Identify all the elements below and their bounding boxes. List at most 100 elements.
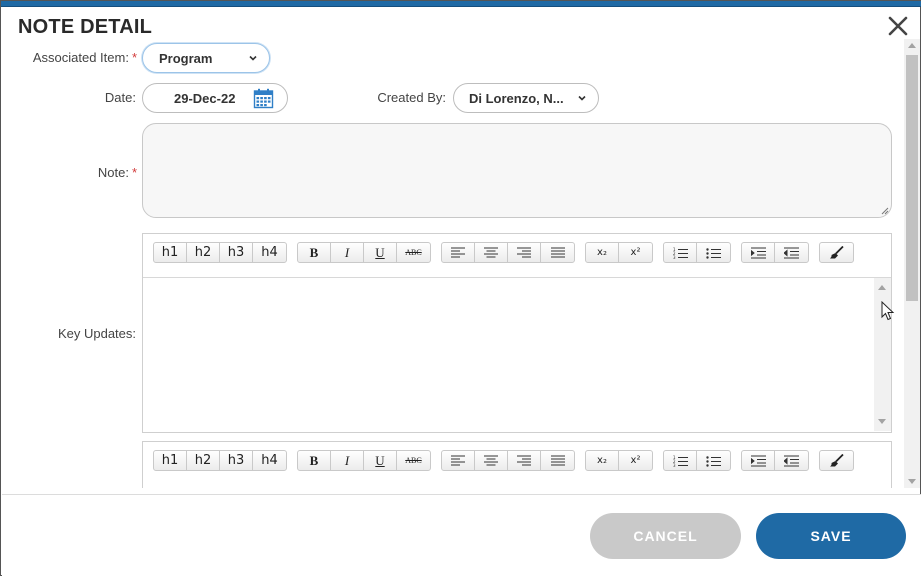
dialog-scrollbar[interactable] bbox=[904, 39, 920, 488]
required-mark: * bbox=[131, 165, 137, 180]
strikethrough-button[interactable]: ABC bbox=[397, 243, 430, 262]
format-group: B I U ABC bbox=[297, 242, 431, 263]
h1-button[interactable]: h1 bbox=[154, 451, 187, 470]
key-updates-label: Key Updates: bbox=[57, 326, 136, 341]
brush-icon bbox=[830, 454, 844, 467]
save-button[interactable]: SAVE bbox=[756, 513, 906, 559]
h3-button[interactable]: h3 bbox=[220, 451, 253, 470]
superscript-button[interactable]: x² bbox=[619, 243, 652, 262]
clear-formatting-button[interactable] bbox=[820, 243, 853, 262]
h4-button[interactable]: h4 bbox=[253, 451, 286, 470]
associated-item-value: Program bbox=[159, 50, 213, 66]
bold-button[interactable]: B bbox=[298, 243, 331, 262]
outdent-icon bbox=[784, 455, 799, 466]
chevron-down-icon bbox=[578, 95, 586, 101]
h2-button[interactable]: h2 bbox=[187, 451, 220, 470]
associated-item-select[interactable]: Program bbox=[142, 43, 270, 73]
align-left-icon bbox=[451, 247, 465, 258]
list-group: 123 bbox=[663, 450, 731, 471]
second-editor: h1 h2 h3 h4 B I U ABC x₂ x² 1 2 3 bbox=[142, 441, 892, 488]
scroll-down-icon[interactable] bbox=[908, 479, 916, 484]
ordered-list-button[interactable]: 123 bbox=[664, 451, 697, 470]
outdent-button[interactable] bbox=[775, 451, 808, 470]
superscript-button[interactable]: x² bbox=[619, 451, 652, 470]
ordered-list-button[interactable]: 123 bbox=[664, 243, 697, 262]
indent-icon bbox=[750, 247, 766, 258]
align-center-icon bbox=[484, 247, 498, 258]
note-detail-dialog: NOTE DETAIL Associated Item: * Program Da… bbox=[0, 0, 921, 576]
indent-icon bbox=[750, 455, 766, 466]
heading-group: h1 h2 h3 h4 bbox=[153, 242, 287, 263]
note-label: Note: * bbox=[61, 165, 137, 180]
subsup-group: x₂ x² bbox=[585, 242, 653, 263]
strikethrough-button[interactable]: ABC bbox=[397, 451, 430, 470]
underline-button[interactable]: U bbox=[364, 243, 397, 262]
bullet-list-button[interactable] bbox=[697, 243, 730, 262]
scroll-up-icon[interactable] bbox=[908, 43, 916, 48]
underline-button[interactable]: U bbox=[364, 451, 397, 470]
align-justify-button[interactable] bbox=[541, 451, 574, 470]
scroll-up-icon[interactable] bbox=[878, 285, 886, 290]
align-right-button[interactable] bbox=[508, 451, 541, 470]
heading-group: h1 h2 h3 h4 bbox=[153, 450, 287, 471]
ordered-list-icon: 123 bbox=[673, 455, 688, 467]
cancel-button[interactable]: CANCEL bbox=[590, 513, 741, 559]
italic-button[interactable]: I bbox=[331, 243, 364, 262]
subsup-group: x₂ x² bbox=[585, 450, 653, 471]
align-center-button[interactable] bbox=[475, 243, 508, 262]
h4-button[interactable]: h4 bbox=[253, 243, 286, 262]
associated-item-label: Associated Item: * bbox=[21, 50, 137, 65]
clear-format-group bbox=[819, 450, 854, 471]
clear-formatting-button[interactable] bbox=[820, 451, 853, 470]
resize-grip-icon[interactable] bbox=[880, 206, 889, 215]
align-left-icon bbox=[451, 455, 465, 466]
svg-text:3: 3 bbox=[673, 255, 676, 259]
chevron-down-icon bbox=[249, 55, 257, 61]
svg-text:3: 3 bbox=[673, 463, 676, 467]
calendar-icon[interactable] bbox=[253, 88, 274, 109]
bold-button[interactable]: B bbox=[298, 451, 331, 470]
italic-button[interactable]: I bbox=[331, 451, 364, 470]
outdent-icon bbox=[784, 247, 799, 258]
align-right-button[interactable] bbox=[508, 243, 541, 262]
outdent-button[interactable] bbox=[775, 243, 808, 262]
h2-button[interactable]: h2 bbox=[187, 243, 220, 262]
clear-format-group bbox=[819, 242, 854, 263]
align-justify-icon bbox=[550, 247, 565, 258]
scroll-down-icon[interactable] bbox=[878, 419, 886, 424]
brush-icon bbox=[830, 246, 844, 259]
date-value: 29-Dec-22 bbox=[174, 90, 236, 106]
dialog-top-strip bbox=[1, 1, 921, 7]
align-group bbox=[441, 242, 575, 263]
indent-group bbox=[741, 450, 809, 471]
bullet-list-icon bbox=[706, 247, 721, 259]
align-left-button[interactable] bbox=[442, 451, 475, 470]
align-right-icon bbox=[517, 247, 531, 258]
bullet-list-button[interactable] bbox=[697, 451, 730, 470]
subscript-button[interactable]: x₂ bbox=[586, 451, 619, 470]
list-group: 123 bbox=[663, 242, 731, 263]
align-justify-button[interactable] bbox=[541, 243, 574, 262]
h1-button[interactable]: h1 bbox=[154, 243, 187, 262]
align-center-button[interactable] bbox=[475, 451, 508, 470]
align-center-icon bbox=[484, 455, 498, 466]
dialog-footer: CANCEL SAVE bbox=[2, 494, 921, 576]
created-by-label: Created By: bbox=[377, 90, 446, 105]
indent-button[interactable] bbox=[742, 243, 775, 262]
bullet-list-icon bbox=[706, 455, 721, 467]
subscript-button[interactable]: x₂ bbox=[586, 243, 619, 262]
format-group: B I U ABC bbox=[297, 450, 431, 471]
h3-button[interactable]: h3 bbox=[220, 243, 253, 262]
ordered-list-icon: 123 bbox=[673, 247, 688, 259]
created-by-select[interactable]: Di Lorenzo, N... bbox=[453, 83, 599, 113]
key-updates-content[interactable] bbox=[143, 278, 891, 431]
note-textarea[interactable] bbox=[142, 123, 892, 218]
key-updates-editor: h1 h2 h3 h4 B I U ABC x₂ x² 1 2 3 bbox=[142, 233, 892, 433]
indent-button[interactable] bbox=[742, 451, 775, 470]
align-left-button[interactable] bbox=[442, 243, 475, 262]
scrollbar-thumb[interactable] bbox=[906, 55, 918, 301]
date-field[interactable]: 29-Dec-22 bbox=[142, 83, 288, 113]
indent-group bbox=[741, 242, 809, 263]
align-group bbox=[441, 450, 575, 471]
close-icon[interactable] bbox=[885, 13, 911, 39]
